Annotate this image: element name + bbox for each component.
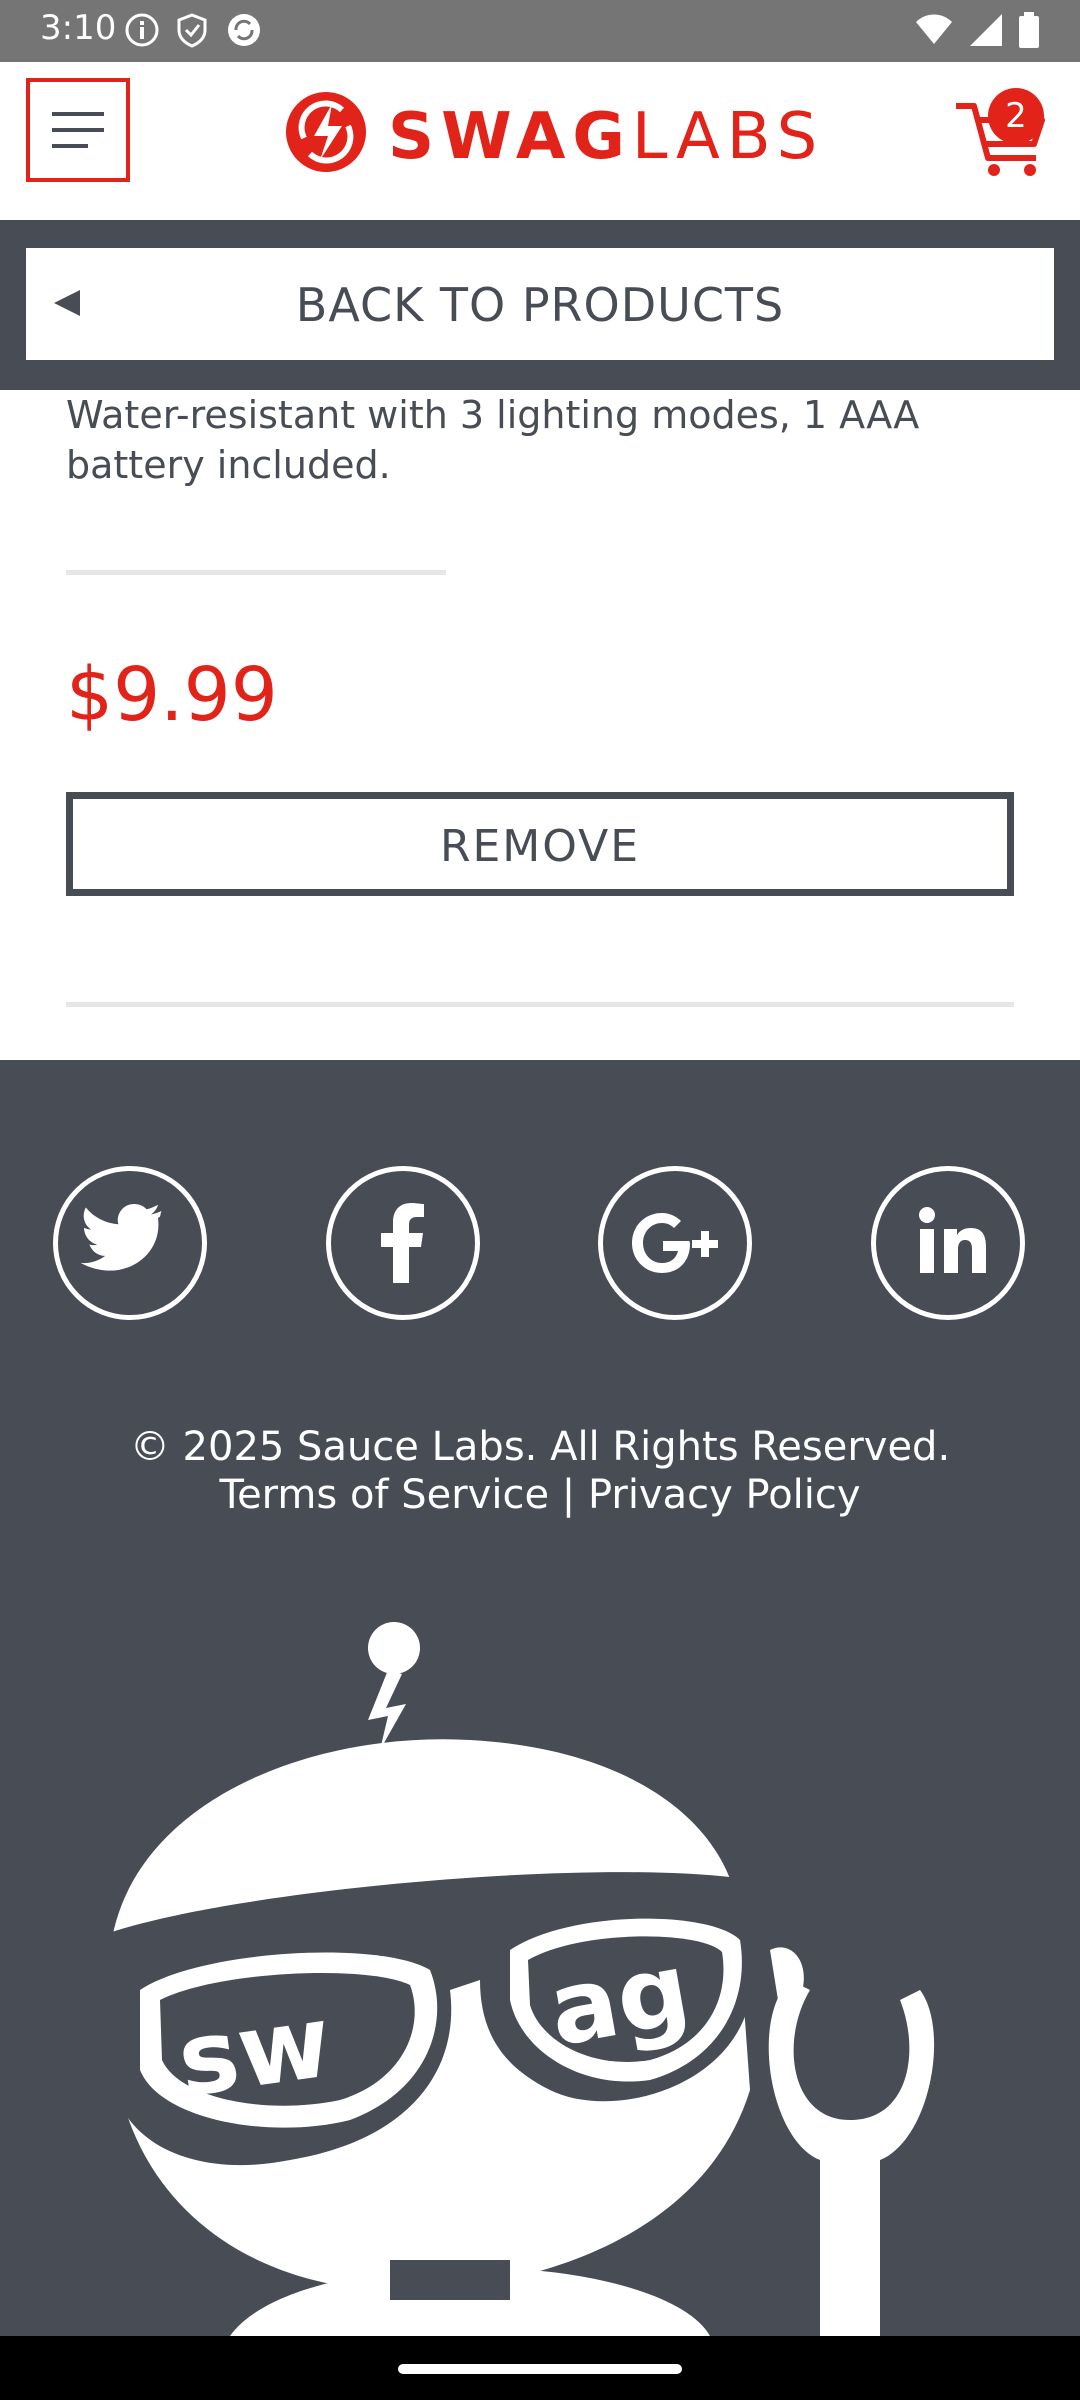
product-details: Water-resistant with 3 lighting modes, 1…: [0, 390, 1080, 1060]
twitter-link[interactable]: [53, 1166, 207, 1320]
google-plus-icon: [632, 1213, 718, 1273]
mascot-text-left: sw: [171, 1982, 338, 2119]
facebook-icon: [381, 1203, 424, 1283]
back-to-products-label: BACK TO PRODUCTS: [295, 278, 785, 332]
facebook-link[interactable]: [326, 1166, 480, 1320]
info-icon: [125, 13, 159, 47]
privacy-policy-link[interactable]: Privacy Policy: [588, 1472, 861, 1518]
status-icons-left: [124, 12, 264, 48]
cart-badge: 2: [988, 88, 1044, 144]
logo-text-bold: SWAG: [388, 100, 632, 174]
nav-bar: [0, 2336, 1080, 2400]
product-description: Water-resistant with 3 lighting modes, 1…: [66, 393, 920, 487]
terms-of-service-link[interactable]: Terms of Service: [219, 1472, 549, 1518]
logo-text: SWAGLABS: [388, 100, 824, 174]
legal-separator: |: [549, 1472, 588, 1518]
shield-icon: [177, 13, 207, 48]
app-header: SWAGLABS 2: [0, 62, 1080, 220]
status-bar: 3:10: [0, 0, 1080, 62]
logo-text-light: LABS: [631, 100, 825, 174]
home-gesture-handle[interactable]: [398, 2364, 682, 2374]
divider: [66, 1002, 1014, 1007]
logo-bolt-icon: [286, 92, 366, 172]
signal-icon: [970, 14, 1002, 46]
remove-button[interactable]: REMOVE: [66, 792, 1014, 896]
google-plus-link[interactable]: [598, 1166, 752, 1320]
divider: [66, 570, 446, 575]
menu-button[interactable]: [26, 78, 130, 182]
back-bar: BACK TO PRODUCTS: [0, 220, 1080, 390]
twitter-icon: [80, 1203, 162, 1271]
product-price: $9.99: [66, 652, 278, 738]
linkedin-link[interactable]: [871, 1166, 1025, 1320]
screen: 3:10 SWAGLABS 2 BACK TO PRODUCTS Water-r…: [0, 0, 1080, 2400]
swag-labs-logo: SWAGLABS: [284, 88, 817, 178]
status-time: 3:10: [40, 8, 117, 48]
linkedin-icon: [919, 1207, 986, 1273]
footer: © 2025 Sauce Labs. All Rights Reserved. …: [0, 1060, 1080, 2336]
sync-icon: [228, 14, 260, 46]
swag-bot-mascot: sw ag: [70, 1622, 935, 2336]
mascot-text-right: ag: [541, 1930, 698, 2069]
remove-label: REMOVE: [439, 821, 641, 872]
legal-links: Terms of Service | Privacy Policy: [0, 1472, 1080, 1518]
wifi-icon: [916, 14, 952, 44]
back-to-products-button[interactable]: BACK TO PRODUCTS: [26, 248, 1054, 360]
copyright-text: © 2025 Sauce Labs. All Rights Reserved.: [129, 1424, 951, 1470]
menu-icon: [52, 112, 104, 148]
battery-icon: [1019, 12, 1039, 48]
status-icons-right: [914, 12, 1040, 48]
